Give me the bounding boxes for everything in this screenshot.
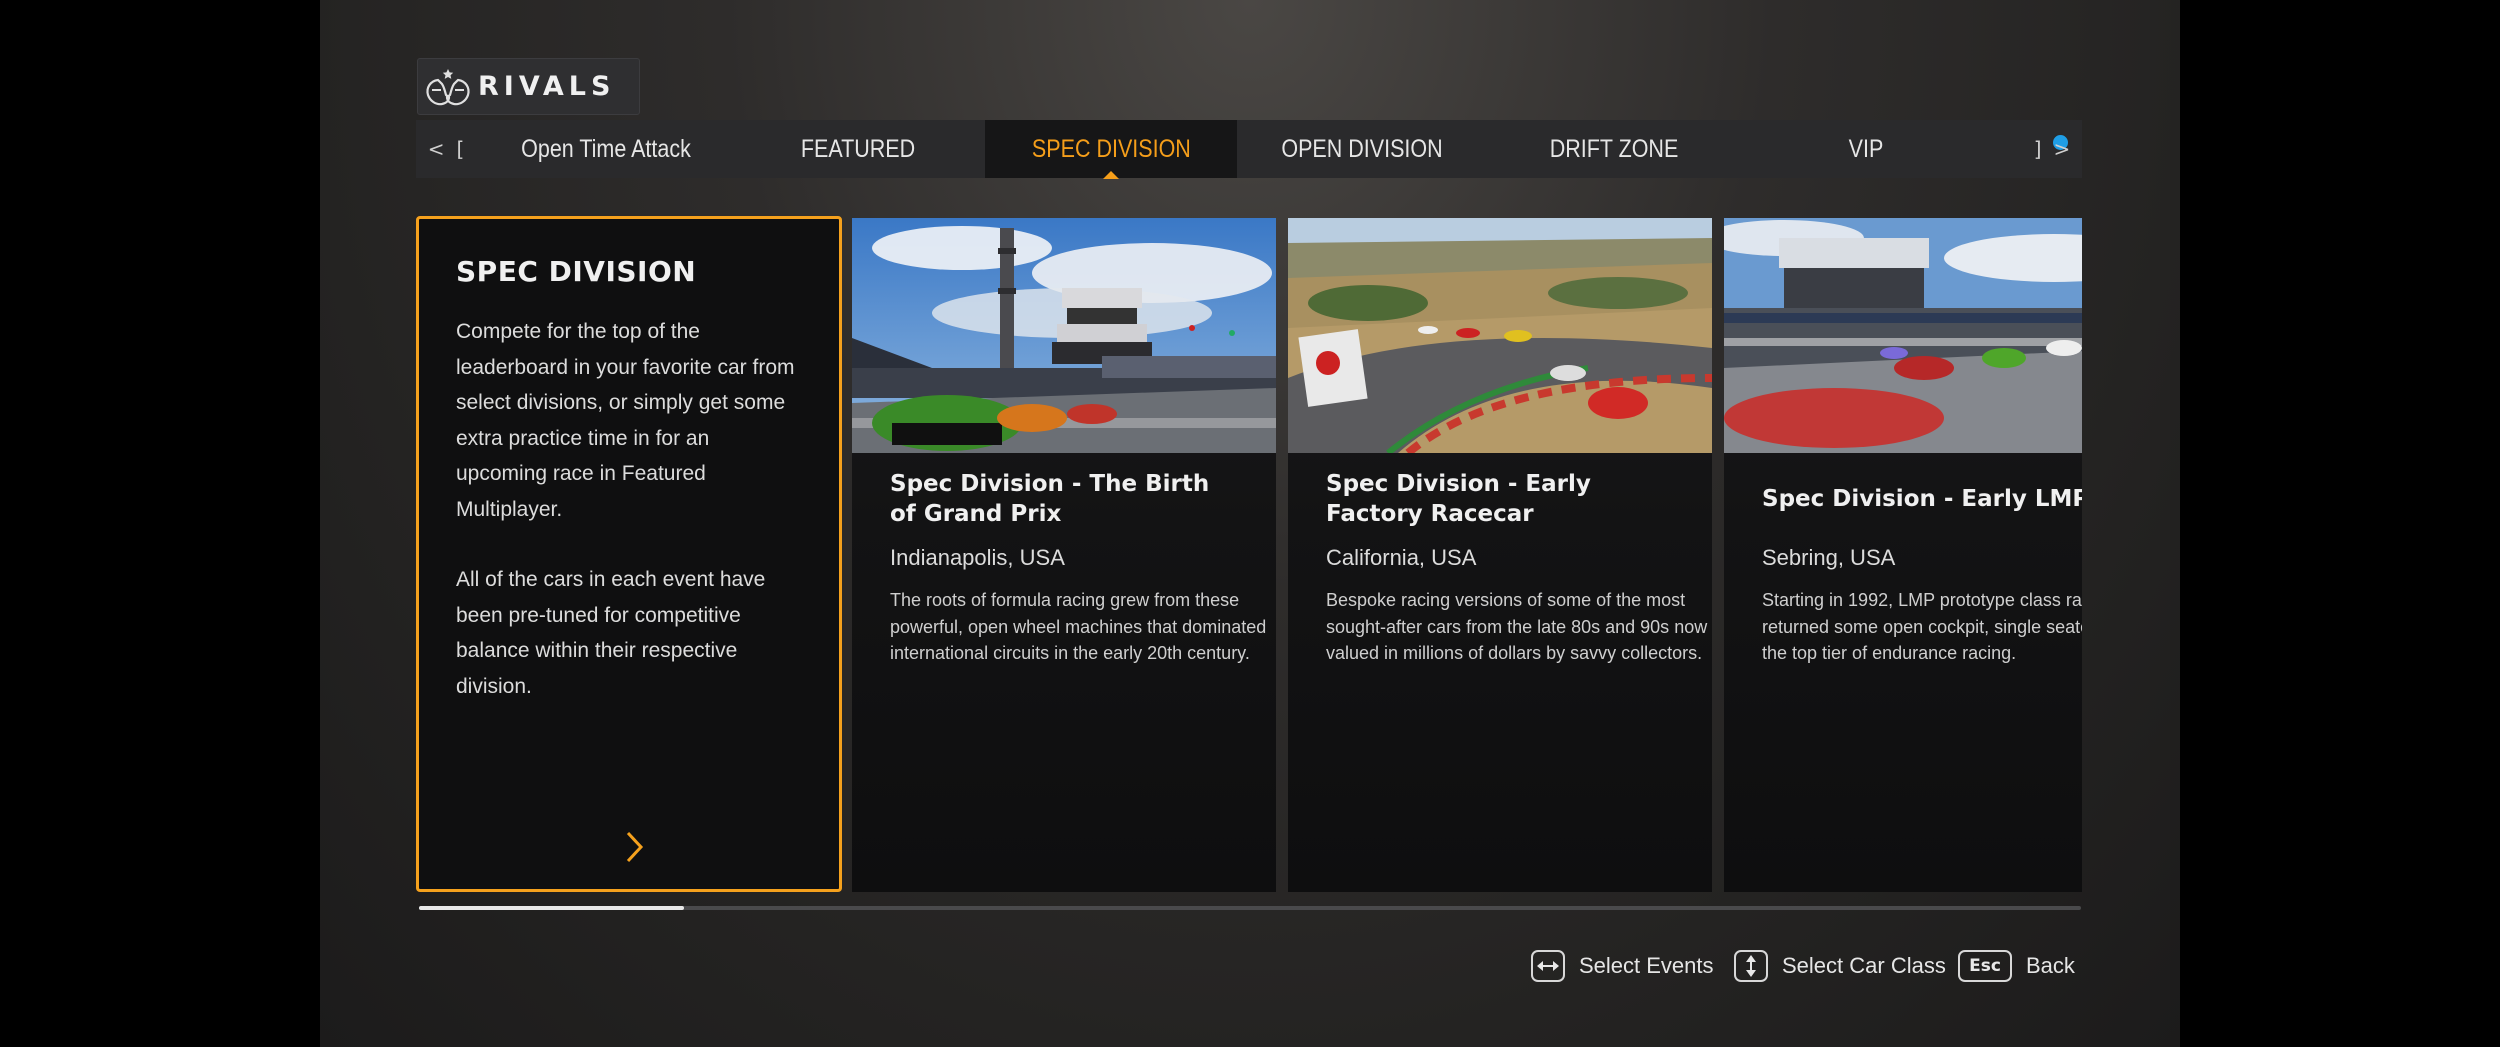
event-image-indianapolis bbox=[852, 218, 1276, 453]
event-location: California, USA bbox=[1326, 545, 1477, 570]
bumper-right-hint: ] bbox=[2033, 137, 2042, 161]
info-card-paragraph-1: Compete for the top of the leaderboard i… bbox=[456, 320, 795, 521]
active-tab-caret bbox=[1103, 171, 1119, 179]
bumper-left-hint: [ bbox=[456, 137, 465, 161]
event-description: The roots of formula racing grew from th… bbox=[852, 587, 1276, 667]
event-description-line: Starting in 1992, LMP prototype class ra… bbox=[1762, 590, 2082, 610]
spec-division-info-card[interactable]: SPEC DIVISION Compete for the top of the… bbox=[416, 216, 842, 892]
hint-label: Select Events bbox=[1579, 953, 1714, 978]
hint-select-car-class[interactable]: Select Car Class bbox=[1734, 948, 1946, 984]
event-description-line: sought-after cars from the late 80s and … bbox=[1326, 616, 1708, 637]
hint-back[interactable]: Esc Back bbox=[1958, 948, 2075, 984]
event-description-line: returned some open cockpit, single seate… bbox=[1762, 616, 2082, 637]
horizontal-arrows-icon bbox=[1531, 950, 1565, 982]
event-description-line: powerful, open wheel machines that domin… bbox=[890, 616, 1267, 637]
event-description-line: valued in millions of dollars by savvy c… bbox=[1326, 643, 1703, 663]
event-description: Bespoke racing versions of some of the m… bbox=[1288, 587, 1712, 667]
tab-featured[interactable]: FEATURED bbox=[750, 120, 967, 178]
event-location: Sebring, USA bbox=[1762, 545, 1896, 570]
chevron-right-icon: > bbox=[2053, 137, 2071, 161]
tab-open-division[interactable]: OPEN DIVISION bbox=[1254, 120, 1471, 178]
event-description: Starting in 1992, LMP prototype class ra… bbox=[1724, 587, 2082, 667]
chevron-right-icon[interactable] bbox=[619, 827, 649, 867]
event-image-sebring bbox=[1724, 218, 2082, 453]
esc-key-icon: Esc bbox=[1958, 950, 2012, 982]
info-card-paragraph-2: All of the cars in each event have been … bbox=[456, 568, 766, 698]
vertical-arrows-icon bbox=[1734, 950, 1768, 982]
letterbox-left bbox=[0, 0, 320, 1047]
page-title: RIVALS bbox=[478, 71, 616, 102]
event-title: Spec Division - Early LMP bbox=[1762, 486, 2082, 512]
letterbox-right bbox=[2180, 0, 2500, 1047]
event-description-line: The roots of formula racing grew from th… bbox=[890, 590, 1240, 610]
event-location: Indianapolis, USA bbox=[890, 545, 1065, 570]
event-card-early-lmp[interactable]: Spec Division - Early LMP Sebring, USA S… bbox=[1724, 218, 2082, 892]
helmets-icon bbox=[418, 58, 478, 115]
rivals-screen: RIVALS < [ Open Time Attack FEATURED SPE… bbox=[320, 0, 2180, 1047]
tab-spec-division[interactable]: SPEC DIVISION bbox=[985, 120, 1237, 179]
event-title: Spec Division - Early Factory Racecar bbox=[1326, 471, 1591, 527]
event-description-line: Bespoke racing versions of some of the m… bbox=[1326, 590, 1686, 610]
event-title: Spec Division - The Birth of Grand Prix bbox=[890, 471, 1210, 527]
event-description-line: the top tier of endurance racing. bbox=[1762, 643, 2017, 663]
info-card-title: SPEC DIVISION bbox=[456, 255, 697, 288]
event-image-california bbox=[1288, 218, 1712, 453]
hint-label: Back bbox=[2026, 953, 2075, 978]
rivals-header: RIVALS bbox=[417, 58, 640, 115]
tab-spec-division-label: SPEC DIVISION bbox=[1031, 134, 1191, 163]
carousel-scrollbar-thumb[interactable] bbox=[419, 906, 684, 910]
hint-select-events[interactable]: Select Events bbox=[1531, 948, 1714, 984]
event-card-early-factory-racecar[interactable]: Spec Division - Early Factory Racecar Ca… bbox=[1288, 218, 1712, 892]
event-carousel: SPEC DIVISION Compete for the top of the… bbox=[416, 216, 2082, 892]
category-tab-bar: < [ Open Time Attack FEATURED SPEC DIVIS… bbox=[416, 120, 2082, 179]
event-description-line: international circuits in the early 20th… bbox=[890, 643, 1250, 663]
tab-drift-zone[interactable]: DRIFT ZONE bbox=[1506, 120, 1723, 178]
tab-next-button[interactable]: ] > bbox=[2022, 120, 2082, 178]
tab-vip[interactable]: VIP bbox=[1758, 120, 1975, 178]
carousel-scrollbar[interactable] bbox=[419, 906, 2081, 910]
hint-label: Select Car Class bbox=[1782, 953, 1946, 978]
tab-open-time-attack[interactable]: Open Time Attack bbox=[498, 120, 715, 178]
event-card-birth-of-grand-prix[interactable]: Spec Division - The Birth of Grand Prix … bbox=[852, 218, 1276, 892]
chevron-left-icon: < bbox=[427, 137, 445, 161]
tab-prev-button[interactable]: < [ bbox=[416, 120, 476, 178]
